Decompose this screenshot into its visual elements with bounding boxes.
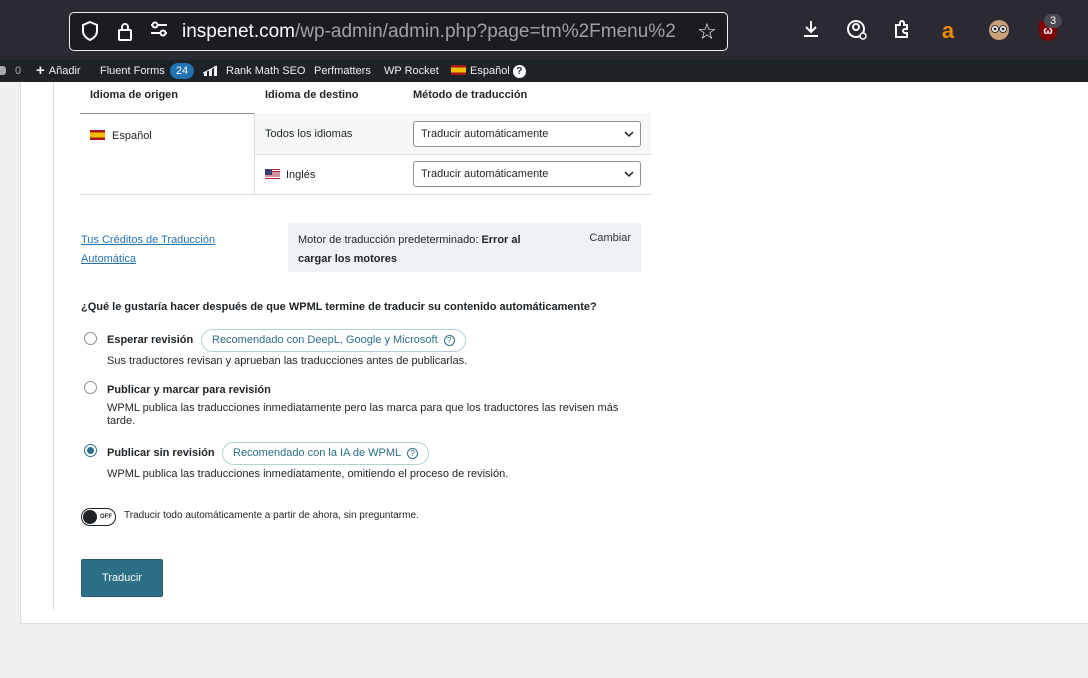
option-desc-wait-review: Sus traductores revisan y aprueban las t…: [107, 355, 468, 367]
change-engine-link[interactable]: Cambiar: [589, 231, 631, 245]
amazon-assistant-icon[interactable]: a: [936, 19, 960, 43]
chevron-down-icon: [624, 122, 634, 156]
perfmatters-item[interactable]: Perfmatters: [314, 60, 371, 82]
shield-icon[interactable]: [79, 20, 101, 43]
download-icon[interactable]: [799, 19, 823, 43]
add-new-item[interactable]: + Añadir: [36, 60, 81, 82]
source-language-label: Español: [112, 130, 152, 142]
spain-flag-icon: [451, 65, 466, 75]
add-new-label: Añadir: [48, 65, 81, 77]
method-select-value: Traducir automáticamente: [421, 168, 549, 180]
comment-bubble-icon: [0, 66, 6, 75]
url-path: /wp-admin/admin.php?page=tm%2Fmenu%2: [295, 21, 676, 42]
option-desc-publish-no-review: WPML publica las traducciones inmediatam…: [107, 468, 509, 480]
translation-credits-link[interactable]: Tus Créditos de Traducción Automática: [81, 231, 251, 269]
help-icon[interactable]: ?: [512, 65, 526, 78]
rank-math-label: Rank Math SEO: [226, 65, 306, 77]
recommendation-badge-wpml-ai: Recomendado con la IA de WPML?: [222, 442, 430, 465]
table-row: Inglés Traducir automáticamente: [255, 155, 651, 195]
bookmark-star-icon[interactable]: ☆: [695, 20, 719, 44]
url-host: inspenet.com: [182, 21, 296, 42]
target-language-all: Todos los idiomas: [265, 128, 353, 140]
radio-wait-review[interactable]: [84, 332, 97, 345]
recommendation-badge-deepl: Recomendado con DeepL, Google y Microsof…: [201, 329, 466, 352]
plus-icon: +: [36, 62, 45, 79]
help-circle-icon[interactable]: ?: [443, 335, 455, 346]
toggle-knob: [83, 510, 97, 524]
method-select-all[interactable]: Traducir automáticamente: [413, 121, 641, 147]
spain-flag-icon: [90, 130, 105, 140]
header-target-language: Idioma de destino: [265, 89, 359, 101]
content-divider: [53, 82, 54, 610]
site-permissions-icon[interactable]: [148, 21, 170, 43]
review-question: ¿Qué le gustaría hacer después de que WP…: [81, 301, 597, 313]
url-text[interactable]: inspenet.com/wp-admin/admin.php?page=tm%…: [182, 21, 687, 43]
address-bar[interactable]: inspenet.com/wp-admin/admin.php?page=tm%…: [69, 12, 728, 51]
wp-admin-bar: 0 + Añadir Fluent Forms 24 Rank Math SEO …: [0, 60, 1088, 82]
chevron-down-icon: [624, 162, 634, 196]
comments-item[interactable]: 0: [0, 60, 21, 82]
option-title-publish-and-flag[interactable]: Publicar y marcar para revisión: [107, 383, 271, 397]
browser-toolbar: inspenet.com/wp-admin/admin.php?page=tm%…: [0, 0, 1088, 60]
auto-translate-label: Traducir todo automáticamente a partir d…: [124, 510, 419, 521]
lock-icon[interactable]: [114, 21, 136, 43]
account-icon[interactable]: [845, 19, 869, 43]
fluent-forms-item[interactable]: Fluent Forms 24: [100, 60, 195, 82]
method-select-value: Traducir automáticamente: [421, 128, 549, 140]
us-flag-icon: [265, 169, 280, 179]
language-label: Español: [470, 65, 510, 77]
engine-label: Motor de traducción predeterminado:: [298, 234, 482, 246]
fluent-forms-label: Fluent Forms: [100, 65, 165, 77]
auto-translate-toggle[interactable]: OFF: [81, 508, 116, 526]
method-select-english[interactable]: Traducir automáticamente: [413, 161, 641, 187]
wp-rocket-item[interactable]: WP Rocket: [384, 60, 439, 82]
comments-count: 0: [15, 65, 22, 77]
radio-publish-no-review[interactable]: [84, 444, 97, 457]
source-language: Español: [90, 130, 152, 142]
rank-math-item[interactable]: Rank Math SEO: [202, 60, 306, 84]
option-desc-publish-and-flag: WPML publica las traducciones inmediatam…: [107, 402, 619, 427]
header-source-language: Idioma de origen: [90, 89, 179, 101]
option-title-wait-review[interactable]: Esperar revisión: [107, 333, 193, 347]
language-switcher-item[interactable]: Español?: [451, 60, 526, 82]
fluent-forms-count: 24: [169, 63, 195, 79]
rank-math-icon: [202, 62, 220, 84]
source-language-cell: Español: [80, 113, 255, 195]
table-row: Todos los idiomas Traducir automáticamen…: [255, 113, 651, 155]
help-circle-icon[interactable]: ?: [407, 448, 419, 459]
target-language-label: Inglés: [286, 169, 316, 181]
translate-button[interactable]: Traducir: [81, 559, 163, 597]
translation-engine-box: Motor de traducción predeterminado: Erro…: [288, 223, 641, 272]
extensions-icon[interactable]: [890, 19, 914, 43]
engine-status-text: Motor de traducción predeterminado: Erro…: [298, 231, 548, 269]
header-translation-method: Método de traducción: [413, 89, 528, 101]
badge-text: Recomendado con la IA de WPML: [233, 447, 402, 459]
target-language-english: Inglés: [265, 168, 315, 182]
option-title-publish-no-review[interactable]: Publicar sin revisión: [107, 446, 215, 460]
toggle-state-label: OFF: [100, 514, 112, 520]
extension-badge: 3: [1044, 14, 1062, 28]
badge-text: Recomendado con DeepL, Google y Microsof…: [212, 334, 438, 346]
owl-extension-icon[interactable]: [987, 19, 1011, 43]
radio-publish-and-flag[interactable]: [84, 381, 97, 394]
